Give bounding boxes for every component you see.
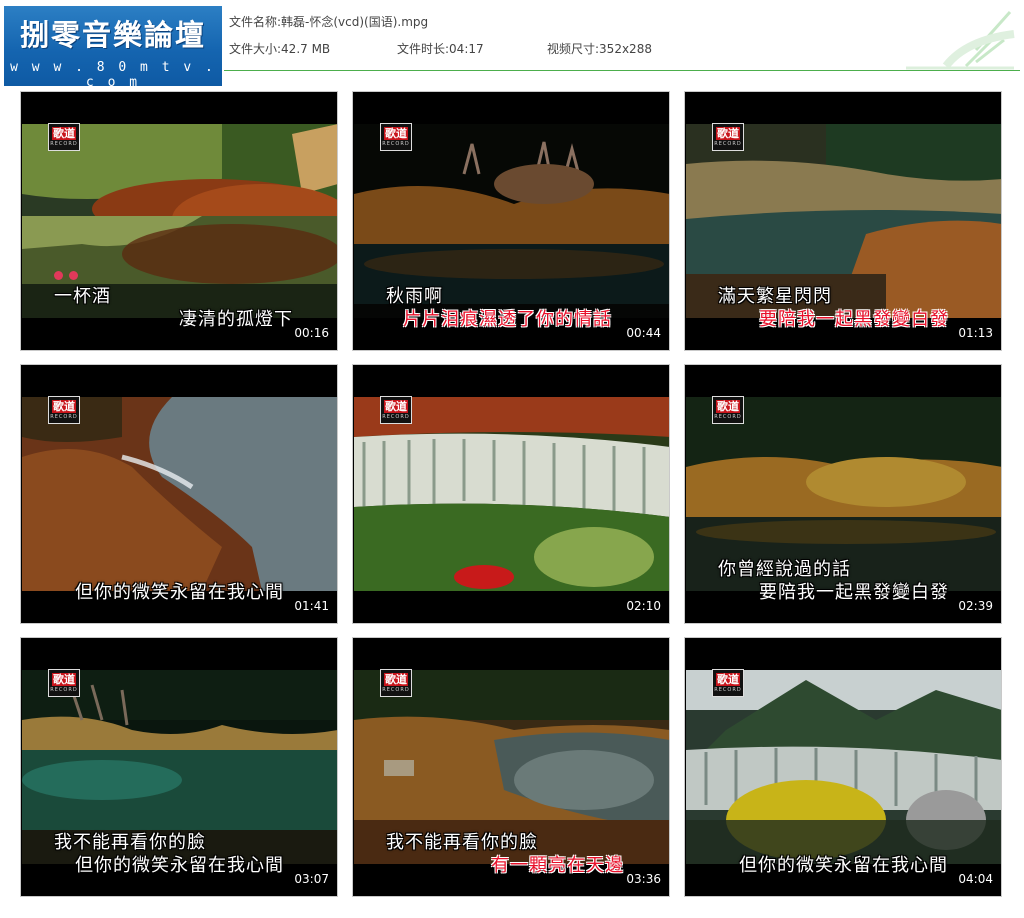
timestamp: 01:41 [294, 599, 329, 613]
file-duration-field: 文件时长:04:17 [397, 40, 484, 57]
timestamp: 01:13 [958, 326, 993, 340]
badge-text: 歌道 [52, 126, 76, 140]
lyric-line-2: 但你的微笑永留在我心間 [739, 855, 948, 876]
timestamp: 04:04 [958, 872, 993, 886]
video-thumbnail[interactable]: 歌道 RECORD 02:10 [352, 364, 670, 624]
file-size-value: 42.7 MB [281, 42, 331, 56]
timestamp: 03:36 [626, 872, 661, 886]
file-size-field: 文件大小:42.7 MB [229, 40, 330, 57]
video-thumbnail[interactable]: 歌道 RECORD 秋雨啊 片片泪痕濕透了你的情話 00:44 [352, 91, 670, 351]
file-name-label: 文件名称: [229, 15, 282, 29]
lyric-line-2: 但你的微笑永留在我心間 [75, 855, 284, 876]
video-thumbnail[interactable]: 歌道 RECORD 你曾經說過的話 要陪我一起黑發變白發 02:39 [684, 364, 1002, 624]
record-label-badge: 歌道 RECORD [48, 396, 80, 424]
record-label-badge: 歌道 RECORD [712, 669, 744, 697]
thumbnail-scene [22, 397, 337, 591]
badge-text: 歌道 [716, 672, 740, 686]
thumbnail-scene [686, 670, 1001, 864]
badge-subtext: RECORD [382, 140, 410, 147]
file-duration-label: 文件时长: [397, 42, 450, 56]
badge-subtext: RECORD [714, 413, 742, 420]
video-size-value: 352x288 [599, 42, 652, 56]
badge-text: 歌道 [716, 399, 740, 413]
timestamp: 02:10 [626, 599, 661, 613]
lyric-line-2: 片片泪痕濕透了你的情話 [403, 309, 612, 330]
video-size-field: 视频尺寸:352x288 [547, 40, 652, 57]
badge-subtext: RECORD [50, 140, 78, 147]
header: 捌零音樂論壇 w w w . 8 0 m t v . c o m 文件名称:韩磊… [0, 0, 1024, 90]
record-label-badge: 歌道 RECORD [48, 669, 80, 697]
badge-text: 歌道 [52, 672, 76, 686]
video-thumbnail[interactable]: 歌道 RECORD 我不能再看你的臉 但你的微笑永留在我心間 03:07 [20, 637, 338, 897]
timestamp: 00:16 [294, 326, 329, 340]
logo-title: 捌零音樂論壇 [19, 18, 206, 52]
lyric-line-2: 要陪我一起黑發變白發 [759, 309, 949, 330]
badge-subtext: RECORD [382, 686, 410, 693]
video-thumbnail[interactable]: 歌道 RECORD 我不能再看你的臉 有一顆亮在天邊 03:36 [352, 637, 670, 897]
badge-subtext: RECORD [382, 413, 410, 420]
contact-sheet-page: 捌零音樂論壇 w w w . 8 0 m t v . c o m 文件名称:韩磊… [0, 0, 1024, 918]
video-thumbnail[interactable]: 歌道 RECORD 但你的微笑永留在我心間 04:04 [684, 637, 1002, 897]
badge-text: 歌道 [52, 399, 76, 413]
file-duration-value: 04:17 [449, 42, 484, 56]
logo-url: w w w . 8 0 m t v . c o m [10, 60, 216, 90]
timestamp: 00:44 [626, 326, 661, 340]
record-label-badge: 歌道 RECORD [712, 123, 744, 151]
site-logo: 捌零音樂論壇 w w w . 8 0 m t v . c o m [4, 6, 222, 90]
record-label-badge: 歌道 RECORD [380, 396, 412, 424]
record-label-badge: 歌道 RECORD [380, 669, 412, 697]
badge-subtext: RECORD [50, 686, 78, 693]
file-name-field: 文件名称:韩磊-怀念(vcd)(国语).mpg [229, 13, 428, 30]
file-size-label: 文件大小: [229, 42, 282, 56]
lyric-line-2: 有一顆亮在天邊 [491, 855, 624, 876]
video-thumbnail[interactable]: 歌道 RECORD 一杯酒 凄清的孤燈下 00:16 [20, 91, 338, 351]
badge-text: 歌道 [384, 672, 408, 686]
badge-text: 歌道 [716, 126, 740, 140]
record-label-badge: 歌道 RECORD [712, 396, 744, 424]
lyric-line-1: 一杯酒 [54, 286, 111, 307]
record-label-badge: 歌道 RECORD [380, 123, 412, 151]
file-name-value: 韩磊-怀念(vcd)(国语).mpg [281, 15, 429, 29]
badge-subtext: RECORD [50, 413, 78, 420]
lyric-line-2: 但你的微笑永留在我心間 [75, 582, 284, 603]
thumbnail-scene [354, 397, 669, 591]
badge-text: 歌道 [384, 126, 408, 140]
decorative-graphic [906, 10, 1015, 70]
lyric-line-2: 凄清的孤燈下 [179, 309, 293, 330]
badge-text: 歌道 [384, 399, 408, 413]
lyric-line-2: 要陪我一起黑發變白發 [759, 582, 949, 603]
video-size-label: 视频尺寸: [547, 42, 600, 56]
badge-subtext: RECORD [714, 140, 742, 147]
video-thumbnail[interactable]: 歌道 RECORD 滿天繁星閃閃 要陪我一起黑發變白發 01:13 [684, 91, 1002, 351]
video-thumbnail[interactable]: 歌道 RECORD 但你的微笑永留在我心間 01:41 [20, 364, 338, 624]
header-divider [224, 70, 1020, 71]
timestamp: 03:07 [294, 872, 329, 886]
badge-subtext: RECORD [714, 686, 742, 693]
record-label-badge: 歌道 RECORD [48, 123, 80, 151]
timestamp: 02:39 [958, 599, 993, 613]
